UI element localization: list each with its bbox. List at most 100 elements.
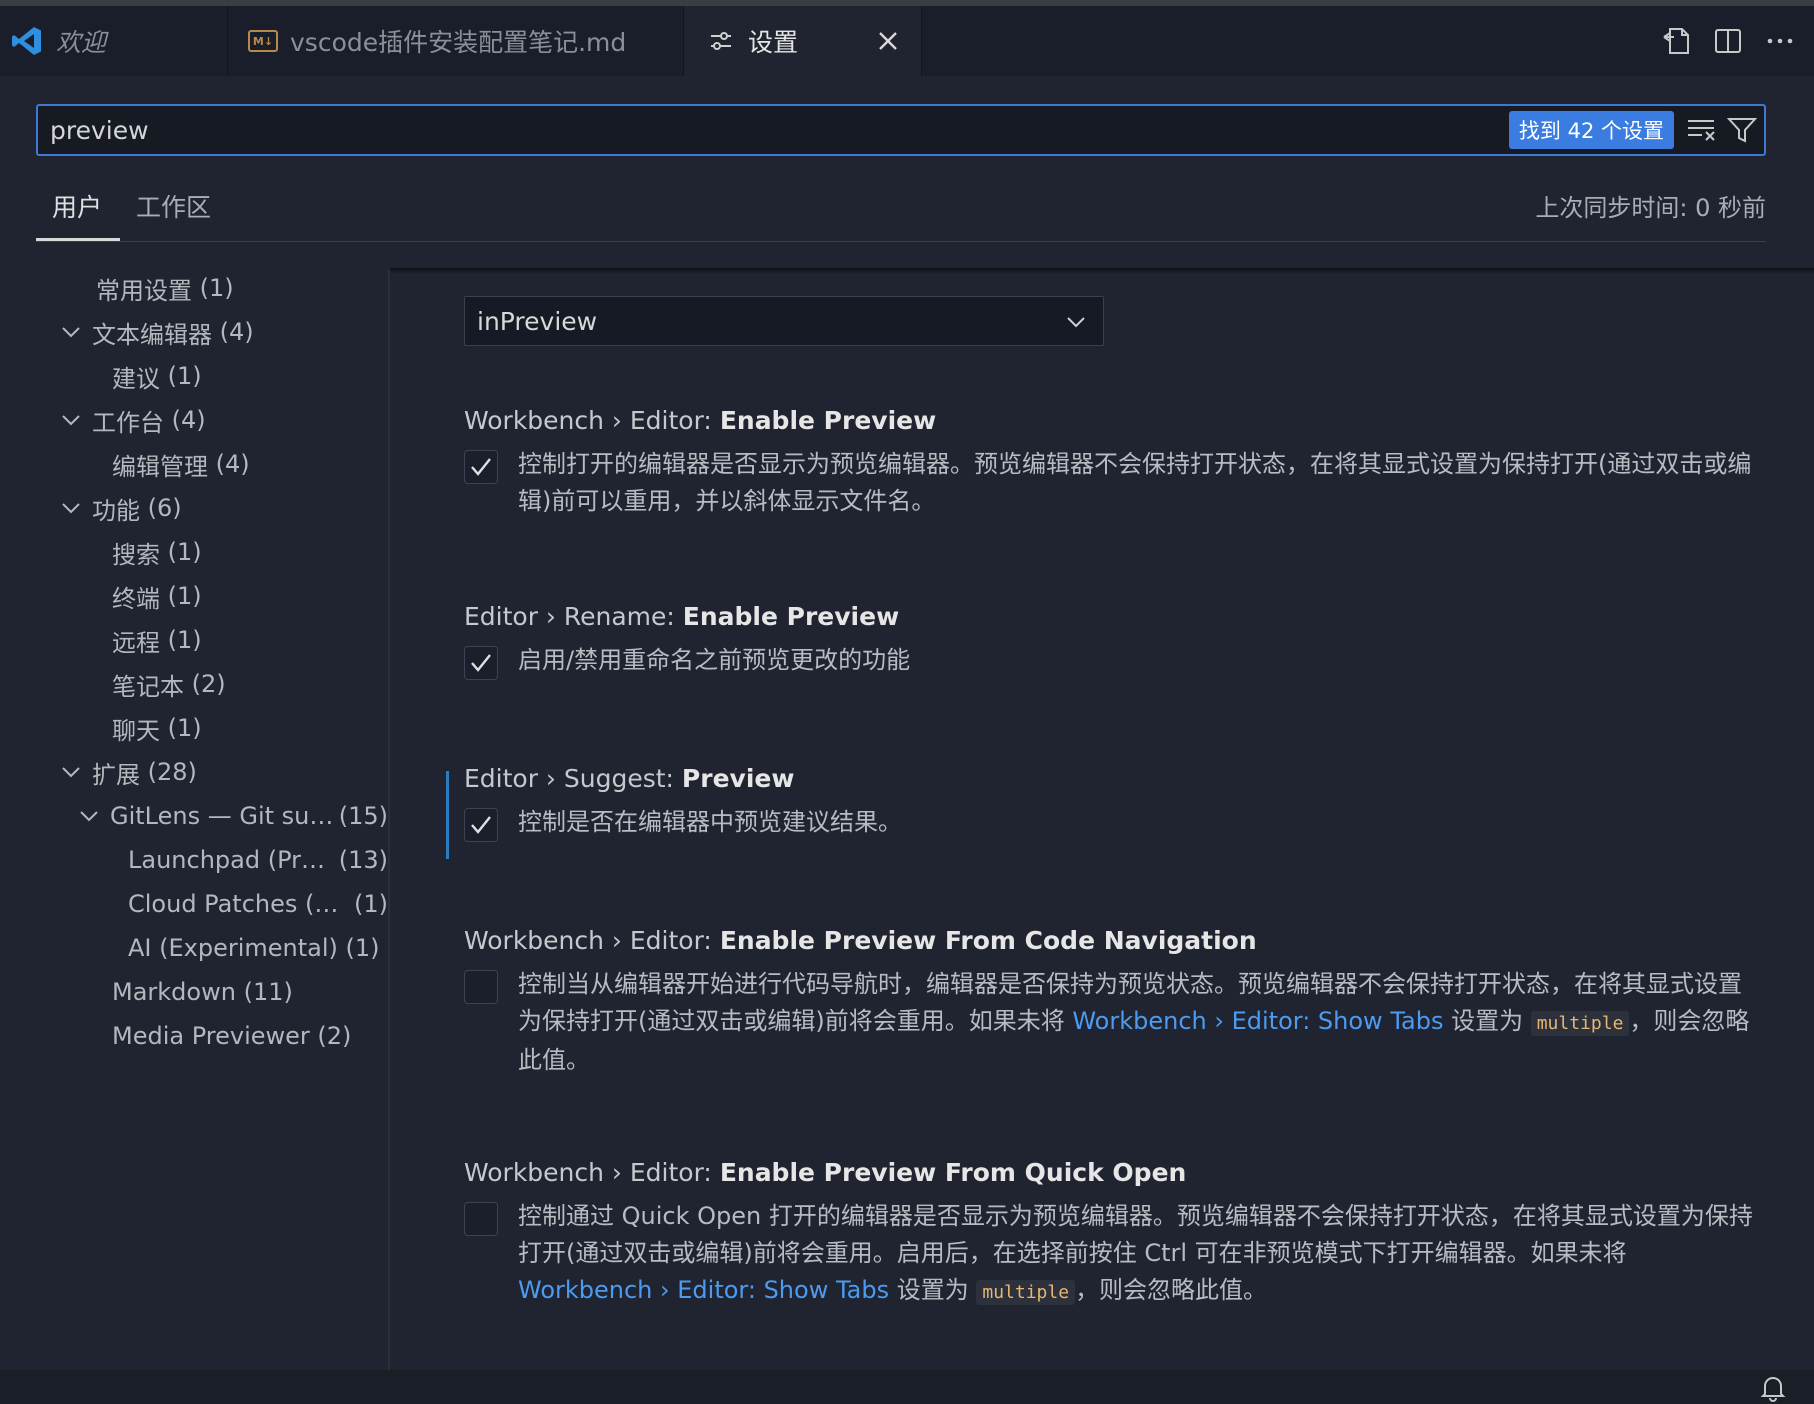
toc-item[interactable]: 扩展 (28) [60,752,197,792]
toc-item-label: Media Previewer [112,1022,310,1050]
setting-description: 控制打开的编辑器是否显示为预览编辑器。预览编辑器不会保持打开状态，在将其显式设置… [518,450,1752,515]
toc-item[interactable]: 编辑管理 (4) [112,444,250,484]
settings-sliders-icon [708,28,734,54]
tab-welcome-label: 欢迎 [56,28,107,57]
setting-title: Editor › Rename: Enable Preview [464,602,900,631]
toc-item-count: (4) [171,406,206,434]
toc-item-count: (1) [167,626,202,654]
setting-checkbox[interactable] [464,1202,498,1236]
toc-item[interactable]: 笔记本 (2) [112,664,226,704]
setting-item: Workbench › Editor: Enable Preview From … [464,926,1804,1086]
setting-checkbox[interactable] [464,970,498,1004]
toc-item-label: 远程 [112,628,160,657]
chevron-down-icon[interactable] [60,761,82,783]
toc-item-count: (1) [167,362,202,390]
open-settings-json-icon[interactable] [1660,25,1692,57]
toc-item-count: (1) [167,714,202,742]
setting-checkbox[interactable] [464,450,498,484]
tab-welcome[interactable]: 欢迎 [0,6,228,76]
toc-item[interactable]: 工作台 (4) [60,400,206,440]
tab-markdown-file[interactable]: M↓ vscode插件安装配置笔记.md [228,6,684,76]
toc-item[interactable]: 常用设置 (1) [96,268,234,308]
toc-item-count: (11) [243,978,293,1006]
search-result-count: 找到 42 个设置 [1508,111,1674,149]
toc-item[interactable]: 聊天 (1) [112,708,202,748]
chevron-down-icon[interactable] [78,805,100,827]
toc-item-label: 搜索 [112,540,160,569]
close-icon[interactable] [873,26,903,56]
toc-item-count: (28) [147,758,197,786]
tab-settings[interactable]: 设置 [684,6,922,76]
setting-item: Editor › Suggest: Preview 控制是否在编辑器中预览建议结… [464,764,1804,844]
status-bar [0,1370,1814,1404]
split-editor-icon[interactable] [1712,25,1744,57]
setting-item: Workbench › Editor: Enable Preview 控制打开的… [464,406,1804,516]
settings-list: inPreview Workbench › Editor: Enable Pre… [390,270,1814,1370]
toc-item-count: (6) [147,494,182,522]
toc-item-label: 建议 [112,364,160,393]
toc-item-count: (15) [338,802,388,830]
scroll-shadow [390,268,1814,274]
editor-actions [1660,6,1814,76]
chevron-down-icon [1063,309,1089,335]
toc-item-label: 聊天 [112,716,160,745]
check-icon [471,458,491,476]
setting-checkbox[interactable] [464,646,498,680]
tab-settings-label: 设置 [748,28,799,57]
toc-item[interactable]: 文本编辑器 (4) [60,312,254,352]
toc-item-label: GitLens — Git su… [110,802,334,830]
settings-search-input[interactable] [38,106,1509,154]
toc-item-count: (4) [215,450,250,478]
chevron-down-icon[interactable] [60,321,82,343]
toc-item[interactable]: AI (Experimental) (1) [128,928,380,968]
setting-title: Workbench › Editor: Enable Preview From … [464,1158,1187,1187]
chevron-down-icon[interactable] [60,497,82,519]
more-actions-icon[interactable] [1764,25,1796,57]
toc-item[interactable]: Media Previewer (2) [112,1016,351,1056]
tab-markdown-label: vscode插件安装配置笔记.md [290,28,627,57]
clear-search-icon[interactable] [1684,112,1720,148]
sync-status: 上次同步时间: 0 秒前 [1535,194,1766,222]
toc-item-label: 终端 [112,584,160,613]
toc-item[interactable]: 搜索 (1) [112,532,202,572]
toc-item-count: (13) [338,846,388,874]
active-tab-underline [36,238,120,241]
toc-item[interactable]: 终端 (1) [112,576,202,616]
toc-item[interactable]: 建议 (1) [112,356,202,396]
toc-item-label: Launchpad (Pr… [128,846,325,874]
tab-workspace[interactable]: 工作区 [136,188,211,224]
toc-item-label: 笔记本 [112,672,184,701]
bell-icon[interactable] [1760,1374,1786,1402]
toc-item-label: 常用设置 [96,276,192,305]
toc-item-count: (4) [219,318,254,346]
setting-dropdown[interactable]: inPreview [464,296,1104,346]
settings-scope-tabs: 用户 工作区 上次同步时间: 0 秒前 [36,180,1766,242]
toc-item-label: 文本编辑器 [92,320,212,349]
setting-link[interactable]: Workbench › Editor: Show Tabs [1072,1007,1443,1035]
toc-item-count: (1) [199,274,234,302]
filter-icon[interactable] [1724,112,1760,148]
toc-item[interactable]: 远程 (1) [112,620,202,660]
toc-item-label: AI (Experimental) [128,934,338,962]
toc-item[interactable]: Markdown (11) [112,972,293,1012]
toc-item[interactable]: Cloud Patches (… (1) [128,884,388,924]
chevron-down-icon[interactable] [60,409,82,431]
toc-item-count: (2) [191,670,226,698]
setting-title: Workbench › Editor: Enable Preview [464,406,937,435]
toc-item[interactable]: 功能 (6) [60,488,182,528]
tab-user[interactable]: 用户 [52,188,102,224]
setting-link[interactable]: Workbench › Editor: Show Tabs [518,1276,889,1304]
setting-title: Editor › Suggest: Preview [464,764,795,793]
dropdown-value: inPreview [477,306,598,336]
check-icon [471,654,491,672]
toc-item-count: (1) [345,934,380,962]
toc-item-count: (1) [354,890,388,918]
setting-description: 控制是否在编辑器中预览建议结果。 [518,808,902,836]
toc-item[interactable]: Launchpad (Pr… (13) [128,840,388,880]
setting-title: Workbench › Editor: Enable Preview From … [464,926,1257,955]
check-icon [471,816,491,834]
setting-checkbox[interactable] [464,808,498,842]
toc-item[interactable]: GitLens — Git su… (15) [78,796,388,836]
setting-item: Workbench › Editor: Enable Preview From … [464,1158,1804,1318]
toc-item-count: (1) [167,538,202,566]
